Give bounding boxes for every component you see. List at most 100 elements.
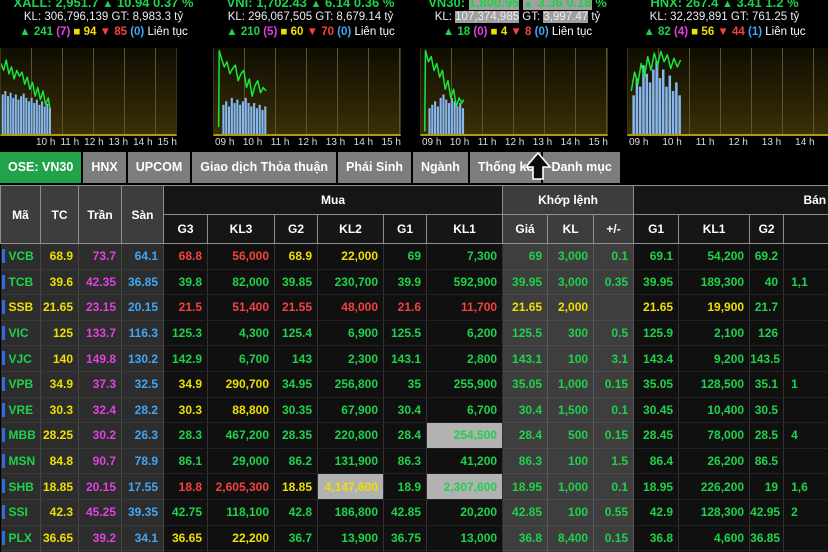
- col-header-ask-kl2: [784, 215, 828, 244]
- tab-ose-vn30[interactable]: OSE: VN30: [0, 152, 81, 183]
- total-volume: 32,239,891: [670, 11, 728, 23]
- matched-vol-cell: 1,000: [548, 371, 594, 397]
- bid-vol-2-cell: 48,000: [318, 295, 384, 321]
- time-tick-label: 11 h: [60, 137, 79, 148]
- time-tick-label: 10 h: [450, 137, 469, 148]
- bid-vol-1-cell: 13,000: [427, 525, 503, 551]
- symbol-cell[interactable]: TCB: [1, 269, 41, 295]
- symbol-cell[interactable]: VPB: [1, 371, 41, 397]
- index-summary: VNI: 1,702.43 ▲ 6.14 0.36 %: [207, 0, 414, 10]
- bid-price-2-cell: 28.35: [275, 423, 318, 449]
- index-volume-line: KL: 32,239,891 GT: 761.25 tỷ: [621, 11, 828, 23]
- ask-vol-2-cell: [784, 295, 828, 321]
- col-header-kl1: KL1: [427, 215, 503, 244]
- bid-vol-2-cell: 13,900: [318, 525, 384, 551]
- ask-vol-1-cell: 128,500: [679, 371, 750, 397]
- session-status: Liên tục: [765, 26, 805, 38]
- col-header-kl2: KL2: [318, 215, 384, 244]
- ask-vol-2-cell: [784, 320, 828, 346]
- ceiling-price-cell: 32.4: [79, 397, 122, 423]
- symbol-cell[interactable]: SSB: [1, 295, 41, 321]
- col-header-g3: G3: [164, 215, 208, 244]
- stock-board-app: XALL: 2,951.7 ▲ 10.94 0.37 %KL: 306,796,…: [0, 0, 828, 552]
- index-name: XALL:: [13, 0, 51, 10]
- time-tick-label: 15 h: [158, 137, 177, 148]
- reference-price-cell: 84.8: [41, 448, 79, 474]
- symbol-cell[interactable]: SHB: [1, 474, 41, 500]
- bid-vol-2-cell: 2,300: [318, 346, 384, 372]
- ceiling-count: (5): [263, 26, 277, 38]
- col-header-symbol: Mã: [1, 186, 41, 244]
- tab-upcom[interactable]: UPCOM: [128, 152, 191, 183]
- ask-price-1-cell: 28.45: [634, 423, 679, 449]
- bid-vol-1-cell: 592,900: [427, 269, 503, 295]
- ask-vol-2-cell: [784, 525, 828, 551]
- up-arrow-icon: ▲: [102, 0, 113, 10]
- bid-vol-1-cell: 11,700: [427, 295, 503, 321]
- symbol-cell[interactable]: MSN: [1, 448, 41, 474]
- bid-vol-1-cell: 254,500: [427, 423, 503, 449]
- symbol-cell[interactable]: VJC: [1, 346, 41, 372]
- ask-vol-1-cell: 189,300: [679, 269, 750, 295]
- time-tick-label: 14 h: [795, 137, 814, 148]
- bid-price-1-cell: 39.9: [384, 269, 427, 295]
- ask-vol-1-cell: 4,600: [679, 525, 750, 551]
- ask-price-2-cell: 36.85: [750, 525, 784, 551]
- index-volume-line: KL: 306,796,139 GT: 8,983.3 tỷ: [0, 11, 207, 23]
- matched-price-cell: 86.3: [503, 448, 548, 474]
- bid-vol-3-cell: 82,000: [208, 269, 275, 295]
- symbol-cell[interactable]: VCB: [1, 244, 41, 270]
- decliners: ▼ 44: [717, 26, 744, 38]
- row-VJC: VJC140149.8130.2142.96,7001432,300143.12…: [1, 346, 828, 372]
- ask-price-1-cell: 36.8: [634, 525, 679, 551]
- price-change-cell: [594, 295, 634, 321]
- bid-price-2-cell: 42.8: [275, 499, 318, 525]
- bid-vol-3-cell: 51,400: [208, 295, 275, 321]
- bid-vol-3-cell: 2,605,300: [208, 474, 275, 500]
- ask-vol-2-cell: 4: [784, 423, 828, 449]
- ask-vol-2-cell: 1,6: [784, 474, 828, 500]
- symbol-cell[interactable]: SSI: [1, 499, 41, 525]
- matched-price-cell: 42.85: [503, 499, 548, 525]
- price-change-cell: 0.1: [594, 397, 634, 423]
- tab-bar: OSE: VN30HNXUPCOMGiao dịch Thỏa thuậnPhá…: [0, 152, 828, 183]
- ask-price-1-cell: 35.05: [634, 371, 679, 397]
- bid-vol-1-cell: 6,700: [427, 397, 503, 423]
- ask-vol-1-cell: 10,400: [679, 397, 750, 423]
- floor-price-cell: 39.35: [122, 499, 164, 525]
- time-tick-label: 13 h: [533, 137, 552, 148]
- tab-ph-i-sinh[interactable]: Phái Sinh: [338, 152, 411, 183]
- ask-price-2-cell: 21.7: [750, 295, 784, 321]
- index-summary: VN30: 1,800.95 ▲ 3.36 0.18 %: [414, 0, 621, 10]
- tab-giao-d-ch-th-a-thu-n[interactable]: Giao dịch Thỏa thuận: [192, 152, 336, 183]
- unchanged-count: ■ 4: [491, 26, 508, 38]
- ask-price-2-cell: 19: [750, 474, 784, 500]
- tab-ng-nh[interactable]: Ngành: [413, 152, 468, 183]
- intraday-chart: [420, 48, 608, 136]
- bid-price-3-cell: 30.3: [164, 397, 208, 423]
- bid-price-2-cell: 34.95: [275, 371, 318, 397]
- matched-vol-cell: 100: [548, 448, 594, 474]
- index-panel-2: VN30: 1,800.95 ▲ 3.36 0.18 %KL: 107,374,…: [414, 0, 621, 152]
- tab-hnx[interactable]: HNX: [83, 152, 125, 183]
- ask-vol-2-cell: 2: [784, 499, 828, 525]
- ceiling-price-cell: 149.8: [79, 346, 122, 372]
- matched-vol-cell: 3,000: [548, 269, 594, 295]
- bid-vol-2-cell: 67,900: [318, 397, 384, 423]
- floor-price-cell: 116.3: [122, 320, 164, 346]
- ceiling-count: (0): [473, 26, 487, 38]
- bid-price-3-cell: 28.3: [164, 423, 208, 449]
- symbol-cell[interactable]: VRE: [1, 397, 41, 423]
- symbol-cell[interactable]: MBB: [1, 423, 41, 449]
- col-header-matched-price: Giá: [503, 215, 548, 244]
- ceiling-price-cell: 45.25: [79, 499, 122, 525]
- symbol-cell[interactable]: VIC: [1, 320, 41, 346]
- reference-price-cell: 30.3: [41, 397, 79, 423]
- bid-vol-3-cell: 29,000: [208, 448, 275, 474]
- index-change: ▲ 6.14 0.36: [310, 0, 379, 10]
- time-tick-label: 13 h: [326, 137, 345, 148]
- symbol-cell[interactable]: PLX: [1, 525, 41, 551]
- col-header-ask-g1: G1: [634, 215, 679, 244]
- market-breadth: ▲ 210 (5) ■ 60 ▼ 70 (0) Liên tục: [207, 26, 414, 38]
- row-SHB: SHB18.8520.1517.5518.82,605,30018.854,14…: [1, 474, 828, 500]
